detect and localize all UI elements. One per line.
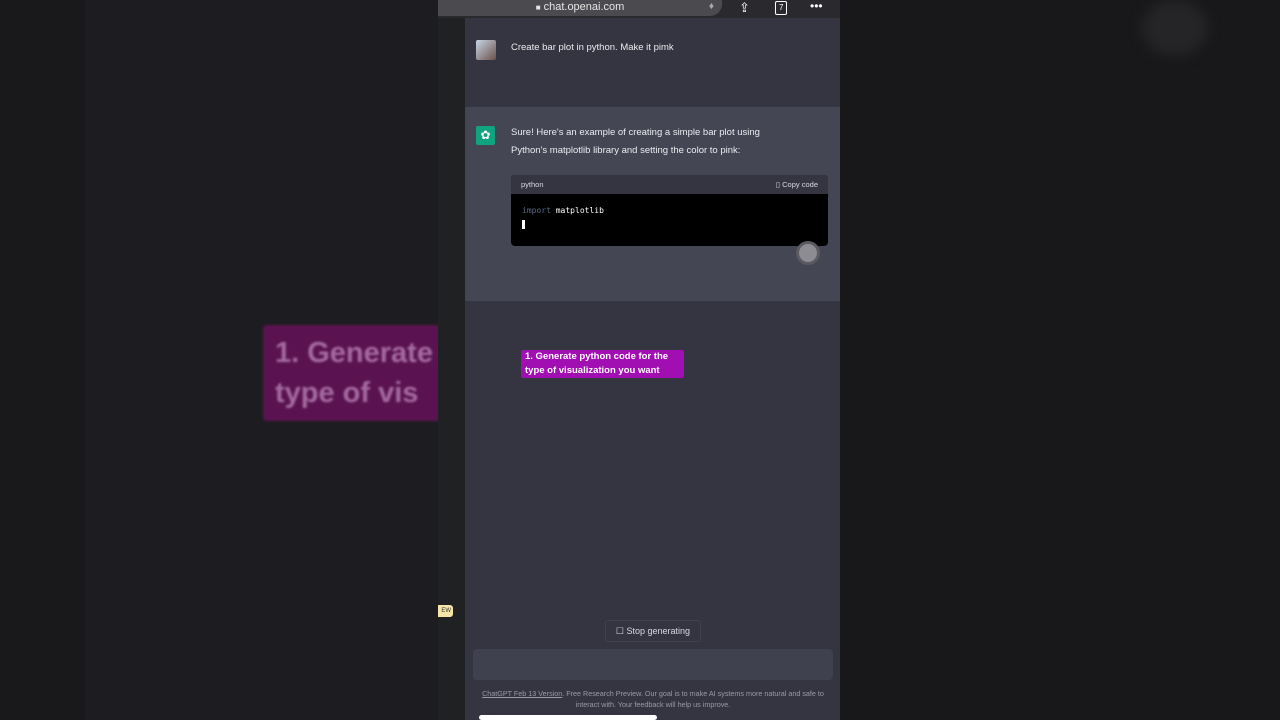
clipboard-icon: ▯ bbox=[775, 180, 781, 189]
lock-icon: ■ bbox=[535, 3, 541, 12]
touch-indicator bbox=[796, 241, 820, 265]
user-avatar bbox=[476, 40, 496, 60]
assistant-line-2: Python's matplotlib library and setting … bbox=[511, 145, 741, 156]
code-header: python ▯ Copy code bbox=[511, 175, 828, 194]
code-language: python bbox=[521, 180, 544, 189]
phone-screen: EW ■ chat.openai.com ♦ ⇪ 7 ••• Create bar… bbox=[438, 0, 840, 720]
chatgpt-logo-icon: ✿ bbox=[476, 126, 495, 145]
blurred-blob bbox=[1142, 0, 1208, 56]
url-text: chat.openai.com bbox=[543, 1, 625, 13]
stop-generating-button[interactable]: ☐ Stop generating bbox=[605, 620, 701, 642]
url-bar[interactable]: ■ chat.openai.com ♦ bbox=[438, 0, 722, 16]
blurred-background-right bbox=[840, 0, 1280, 720]
mic-icon[interactable]: ♦ bbox=[709, 0, 714, 14]
browser-bar: ■ chat.openai.com ♦ ⇪ 7 ••• bbox=[438, 0, 840, 18]
copy-label: Copy code bbox=[782, 180, 818, 189]
blurred-background-left: 1. Generate type of vis bbox=[0, 0, 503, 720]
assistant-line-1: Sure! Here's an example of creating a si… bbox=[511, 127, 760, 138]
share-icon[interactable]: ⇪ bbox=[739, 0, 750, 16]
more-icon[interactable]: ••• bbox=[810, 0, 823, 14]
assistant-message-row: ✿ Sure! Here's an example of creating a … bbox=[465, 107, 840, 301]
message-input[interactable] bbox=[473, 649, 833, 680]
home-indicator[interactable] bbox=[479, 715, 657, 720]
new-badge: EW bbox=[438, 605, 453, 617]
typing-cursor bbox=[522, 220, 525, 229]
version-link[interactable]: ChatGPT Feb 13 Version bbox=[482, 689, 562, 698]
footer-disclaimer: ChatGPT Feb 13 Version. Free Research Pr… bbox=[478, 688, 828, 710]
footer-text: . Free Research Preview. Our goal is to … bbox=[562, 689, 824, 709]
user-message-row: Create bar plot in python. Make it pimk bbox=[465, 18, 840, 107]
copy-code-button[interactable]: ▯ Copy code bbox=[776, 175, 818, 194]
code-body: import matplotlib bbox=[511, 194, 828, 244]
code-keyword: import bbox=[522, 206, 551, 215]
overlay-caption: 1. Generate python code for the type of … bbox=[521, 350, 684, 378]
code-block: python ▯ Copy code import matplotlib bbox=[511, 175, 828, 246]
tabs-button[interactable]: 7 bbox=[775, 1, 788, 15]
stop-label: Stop generating bbox=[626, 626, 691, 636]
stop-icon: ☐ bbox=[615, 626, 624, 636]
code-module: matplotlib bbox=[555, 206, 604, 215]
user-message: Create bar plot in python. Make it pimk bbox=[511, 42, 674, 53]
assistant-message: Sure! Here's an example of creating a si… bbox=[511, 124, 829, 160]
